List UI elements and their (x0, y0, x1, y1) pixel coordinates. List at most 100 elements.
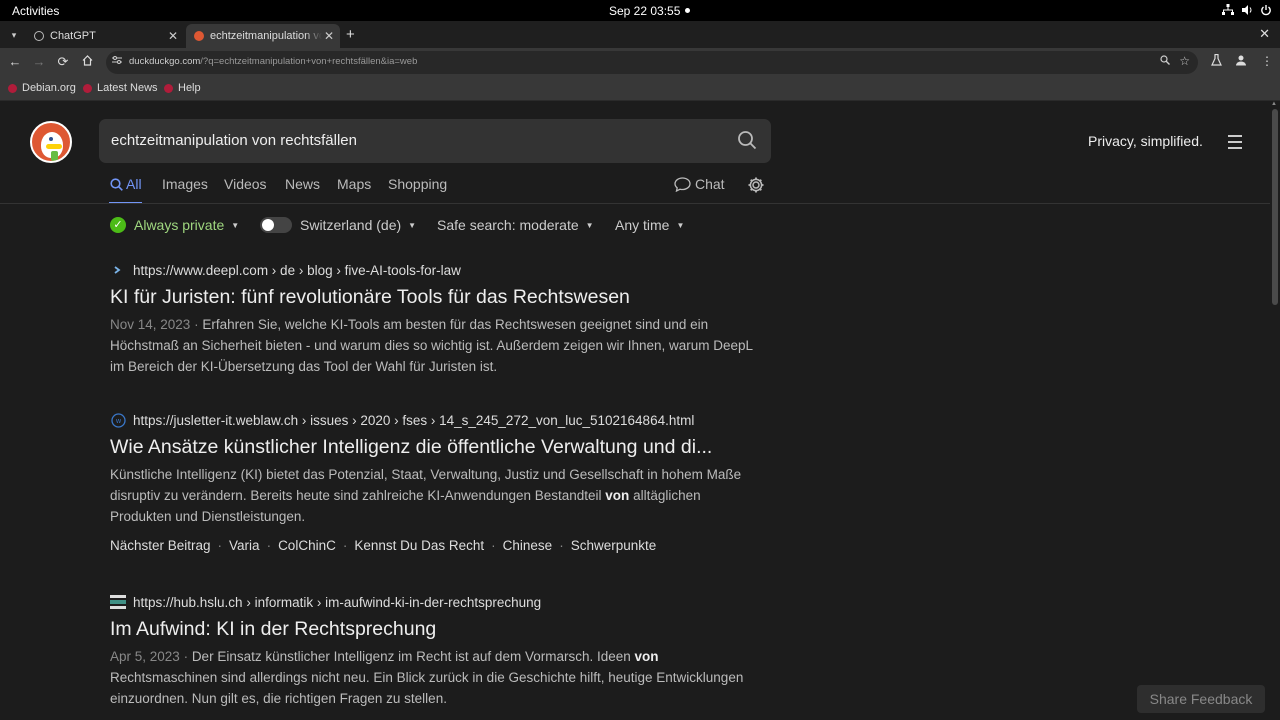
tab-search-button[interactable]: ▾ (6, 27, 22, 43)
tab-images[interactable]: Images (162, 176, 208, 192)
result-date: Apr 5, 2023 (110, 649, 180, 664)
reload-icon[interactable]: ⟳ (54, 53, 72, 71)
region-toggle[interactable] (260, 217, 292, 233)
duckduckgo-logo[interactable] (30, 121, 72, 163)
result-snippet-text: Der Einsatz künstlicher Intelligenz im R… (191, 649, 635, 664)
logo-beak (46, 144, 62, 149)
page-scrollbar[interactable]: ▲ (1270, 101, 1280, 720)
address-bar[interactable]: duckduckgo.com/?q=echtzeitmanipulation+v… (106, 51, 1198, 74)
url-text[interactable]: duckduckgo.com/?q=echtzeitmanipulation+v… (129, 56, 417, 67)
bookmarks-bar: Debian.org Latest News Help (0, 77, 1280, 101)
system-tray[interactable] (1222, 3, 1272, 17)
tab-duckduckgo[interactable]: echtzeitmanipulation von ✕ (186, 24, 340, 48)
notification-dot (685, 8, 690, 13)
tab-shopping[interactable]: Shopping (388, 176, 447, 192)
debian-icon (8, 83, 17, 93)
bookmark-debian[interactable]: Debian.org (8, 82, 76, 94)
time-label: Any time (615, 217, 670, 233)
chat-label: Chat (695, 176, 725, 192)
search-result: w https://jusletter-it.weblaw.ch › issue… (110, 411, 760, 554)
scroll-up-icon[interactable]: ▲ (1271, 101, 1277, 107)
tab-all[interactable]: All (109, 176, 142, 204)
tab-label: All (126, 176, 142, 192)
bookmark-latest-news[interactable]: Latest News (83, 82, 158, 94)
bookmark-label: Latest News (97, 82, 158, 94)
volume-icon (1241, 3, 1253, 17)
sitelink[interactable]: Kennst Du Das Recht (354, 538, 484, 553)
search-result: https://www.deepl.com › de › blog › five… (110, 261, 760, 377)
chevron-down-icon: ▼ (676, 220, 685, 230)
bookmark-help[interactable]: Help (164, 82, 201, 94)
safe-search-dropdown[interactable]: Safe search: moderate ▼ (437, 217, 594, 233)
bookmark-label: Help (178, 82, 201, 94)
deepl-favicon-icon (110, 262, 126, 278)
system-top-bar: Activities Sep 22 03:55 (0, 0, 1280, 21)
labs-icon[interactable] (1211, 53, 1222, 69)
result-url[interactable]: w https://jusletter-it.weblaw.ch › issue… (110, 411, 760, 429)
result-title-link[interactable]: Wie Ansätze künstlicher Intelligenz die … (110, 435, 760, 460)
settings-gear-icon[interactable] (747, 176, 765, 194)
result-title-link[interactable]: Im Aufwind: KI in der Rechtsprechung (110, 617, 760, 642)
chat-bubble-icon (674, 176, 691, 192)
chevron-down-icon: ▼ (585, 220, 594, 230)
home-icon[interactable] (78, 53, 96, 71)
debian-icon (164, 83, 173, 93)
privacy-tagline[interactable]: Privacy, simplified. (1088, 133, 1203, 149)
tab-close-icon[interactable]: ✕ (166, 29, 180, 43)
site-info-icon[interactable] (112, 55, 122, 68)
result-title-link[interactable]: KI für Juristen: fünf revolutionäre Tool… (110, 285, 760, 310)
search-input[interactable]: echtzeitmanipulation von rechtsfällen (111, 132, 357, 149)
weblaw-favicon-icon: w (110, 412, 126, 428)
region-dropdown[interactable]: Switzerland (de) ▼ (260, 217, 416, 233)
window-close-icon[interactable]: ✕ (1259, 26, 1270, 42)
share-feedback-button[interactable]: Share Feedback (1137, 685, 1265, 713)
result-snippet-text: Erfahren Sie, welche KI-Tools am besten … (110, 317, 753, 374)
activities-button[interactable]: Activities (12, 4, 59, 18)
always-private-dropdown[interactable]: ✓ Always private ▼ (110, 217, 239, 233)
sitelink[interactable]: Nächster Beitrag (110, 538, 211, 553)
chat-button[interactable]: Chat (674, 176, 725, 192)
hslu-favicon-icon (110, 594, 126, 610)
duckduckgo-results-page: echtzeitmanipulation von rechtsfällen Pr… (0, 101, 1270, 720)
power-icon (1260, 3, 1272, 17)
result-url[interactable]: https://www.deepl.com › de › blog › five… (110, 261, 760, 279)
profile-icon[interactable] (1235, 54, 1247, 69)
hamburger-menu-icon[interactable] (1228, 135, 1242, 153)
debian-icon (83, 83, 92, 93)
result-url-text: https://jusletter-it.weblaw.ch › issues … (133, 412, 695, 428)
tab-videos[interactable]: Videos (224, 176, 267, 192)
browser-toolbar: ← → ⟳ duckduckgo.com/?q=echtzeitmanipula… (0, 48, 1280, 77)
back-icon[interactable]: ← (6, 53, 24, 71)
logo-tie (51, 151, 58, 161)
url-path: /?q=echtzeitmanipulation+von+rechtsfälle… (200, 56, 418, 67)
chatgpt-favicon-icon (34, 31, 44, 41)
check-icon: ✓ (110, 217, 126, 233)
tab-news[interactable]: News (285, 176, 320, 192)
duckduckgo-favicon-icon (194, 31, 204, 41)
network-icon (1222, 3, 1234, 17)
search-result: https://hub.hslu.ch › informatik › im-au… (110, 593, 760, 709)
new-tab-icon[interactable]: + (346, 26, 355, 43)
region-label: Switzerland (de) (300, 217, 402, 233)
browser-menu-icon[interactable]: ⋮ (1261, 54, 1273, 68)
bookmark-star-icon[interactable]: ☆ (1179, 54, 1190, 68)
tab-chatgpt[interactable]: ChatGPT ✕ (26, 24, 184, 48)
tab-strip: ▾ ChatGPT ✕ echtzeitmanipulation von ✕ +… (0, 21, 1280, 48)
scrollbar-thumb[interactable] (1272, 109, 1278, 305)
sitelink[interactable]: ColChinC (278, 538, 336, 553)
forward-icon[interactable]: → (30, 53, 48, 71)
result-url[interactable]: https://hub.hslu.ch › informatik › im-au… (110, 593, 760, 611)
sitelink[interactable]: Varia (229, 538, 260, 553)
clock[interactable]: Sep 22 03:55 (609, 4, 680, 18)
search-box[interactable]: echtzeitmanipulation von rechtsfällen (99, 119, 771, 163)
tab-maps[interactable]: Maps (337, 176, 371, 192)
sitelink[interactable]: Chinese (503, 538, 553, 553)
time-dropdown[interactable]: Any time ▼ (615, 217, 684, 233)
tab-close-icon[interactable]: ✕ (322, 29, 336, 43)
zoom-icon[interactable] (1160, 55, 1170, 68)
chevron-down-icon: ▼ (231, 220, 240, 230)
svg-text:w: w (114, 418, 121, 425)
tab-title: echtzeitmanipulation von (210, 30, 322, 42)
search-icon[interactable] (737, 130, 757, 150)
sitelink[interactable]: Schwerpunkte (571, 538, 657, 553)
